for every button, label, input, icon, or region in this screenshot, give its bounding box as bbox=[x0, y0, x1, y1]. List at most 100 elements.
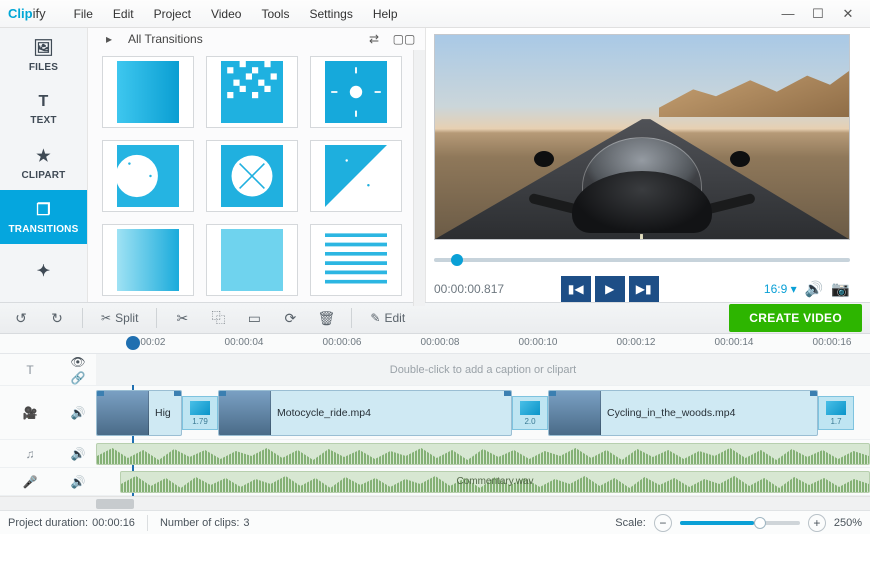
menu-file[interactable]: File bbox=[64, 3, 103, 25]
transition-thumb[interactable] bbox=[310, 224, 402, 296]
redo-button[interactable]: ↻ bbox=[44, 307, 70, 329]
window-minimize-icon[interactable]: — bbox=[774, 4, 802, 24]
track-header-music: ♫ bbox=[0, 440, 60, 467]
transition-thumb[interactable] bbox=[310, 56, 402, 128]
sidebar-item-effects[interactable]: ✦ bbox=[0, 244, 87, 298]
aspect-ratio-select[interactable]: 16:9 ▾ bbox=[764, 282, 797, 296]
brand-part1: Clip bbox=[8, 6, 33, 21]
transition-thumb[interactable] bbox=[206, 224, 298, 296]
menu-project[interactable]: Project bbox=[144, 3, 201, 25]
video-clip[interactable]: Cycling_in_the_woods.mp4 bbox=[548, 390, 818, 436]
window-maximize-icon[interactable]: ☐ bbox=[804, 4, 832, 24]
play-preview-icon[interactable]: ▸ bbox=[98, 28, 120, 50]
image-icon: 🖼 bbox=[33, 38, 54, 58]
timeline-scrollbar[interactable] bbox=[0, 496, 870, 510]
star-icon: ★ bbox=[36, 146, 51, 166]
transition-thumb[interactable] bbox=[102, 56, 194, 128]
zoom-slider[interactable] bbox=[680, 521, 800, 525]
transition-duration: 1.7 bbox=[830, 417, 841, 426]
menubar: Clipify File Edit Project Video Tools Se… bbox=[0, 0, 870, 28]
wand-icon: ✦ bbox=[37, 261, 51, 281]
seek-bar[interactable] bbox=[434, 258, 850, 262]
music-track[interactable] bbox=[96, 440, 870, 467]
visibility-toggle-icon[interactable]: 👁 bbox=[70, 355, 85, 369]
play-button[interactable]: ▶ bbox=[595, 276, 625, 302]
transition-duration: 2.0 bbox=[524, 417, 535, 426]
transition-thumb[interactable] bbox=[310, 140, 402, 212]
transitions-icon: ❐ bbox=[36, 200, 51, 220]
caption-track[interactable]: Double-click to add a caption or clipart bbox=[96, 354, 870, 385]
brand-part2: ify bbox=[33, 6, 46, 21]
frame-button[interactable]: ▭ bbox=[241, 307, 267, 329]
app-brand: Clipify bbox=[8, 6, 46, 21]
sidebar-item-text[interactable]: T TEXT bbox=[0, 82, 87, 136]
ruler-tick: 00:00:16 bbox=[813, 337, 852, 348]
zoom-in-button[interactable]: + bbox=[808, 514, 826, 532]
status-duration-label: Project duration: bbox=[8, 517, 88, 529]
mute-toggle-icon[interactable]: 🔊 bbox=[71, 475, 86, 489]
status-clips-value: 3 bbox=[243, 517, 249, 529]
transition-clip[interactable]: 1.79 bbox=[182, 396, 218, 430]
clip-label: Hig bbox=[149, 407, 177, 419]
prev-frame-button[interactable]: ▮◀ bbox=[561, 276, 591, 302]
menu-help[interactable]: Help bbox=[363, 3, 408, 25]
caption-hint: Double-click to add a caption or clipart bbox=[390, 364, 576, 376]
menu-list: File Edit Project Video Tools Settings H… bbox=[64, 3, 408, 25]
create-video-button[interactable]: CREATE VIDEO bbox=[729, 304, 862, 332]
ruler-tick: 00:00:10 bbox=[519, 337, 558, 348]
mute-toggle-icon[interactable]: 🔊 bbox=[71, 447, 86, 461]
menu-settings[interactable]: Settings bbox=[299, 3, 362, 25]
menu-tools[interactable]: Tools bbox=[251, 3, 299, 25]
preview-viewport[interactable] bbox=[434, 34, 850, 240]
ruler-tick: 00:00:04 bbox=[225, 337, 264, 348]
video-clip[interactable]: Hig bbox=[96, 390, 182, 436]
sidebar-item-files[interactable]: 🖼 FILES bbox=[0, 28, 87, 82]
ruler-tick: 00:00:14 bbox=[715, 337, 754, 348]
track-header-text: T bbox=[0, 354, 60, 385]
transition-clip[interactable]: 1.7 bbox=[818, 396, 854, 430]
undo-button[interactable]: ↺ bbox=[8, 307, 34, 329]
mute-toggle-icon[interactable]: 🔊 bbox=[71, 406, 86, 420]
transition-clip[interactable]: 2.0 bbox=[512, 396, 548, 430]
clip-label: Cycling_in_the_woods.mp4 bbox=[601, 407, 741, 419]
window-close-icon[interactable]: ✕ bbox=[834, 4, 862, 24]
ruler-tick: 00:00:12 bbox=[617, 337, 656, 348]
menu-edit[interactable]: Edit bbox=[103, 3, 144, 25]
transition-thumb[interactable] bbox=[206, 56, 298, 128]
edit-label: Edit bbox=[384, 311, 405, 325]
transition-thumb[interactable] bbox=[102, 224, 194, 296]
aspect-value: 16:9 bbox=[764, 282, 787, 296]
transition-thumb[interactable] bbox=[102, 140, 194, 212]
menu-video[interactable]: Video bbox=[201, 3, 251, 25]
zoom-out-button[interactable]: − bbox=[654, 514, 672, 532]
rotate-button[interactable]: ⟳ bbox=[277, 307, 303, 329]
panel-title: All Transitions bbox=[128, 32, 355, 46]
snapshot-icon[interactable]: 📷 bbox=[831, 280, 850, 298]
timecode: 00:00:00.817 bbox=[434, 282, 504, 296]
panel-scrollbar[interactable] bbox=[413, 50, 425, 306]
next-frame-button[interactable]: ▶▮ bbox=[629, 276, 659, 302]
delete-button[interactable]: 🗑 bbox=[313, 307, 339, 329]
status-scale-label: Scale: bbox=[615, 517, 646, 529]
voice-track[interactable]: Commentary.wav bbox=[96, 468, 870, 495]
volume-icon[interactable]: 🔊 bbox=[805, 280, 824, 298]
sidebar: 🖼 FILES T TEXT ★ CLIPART ❐ TRANSITIONS ✦ bbox=[0, 28, 88, 302]
split-button[interactable]: ✂ Split bbox=[95, 307, 144, 329]
thumbnails-view-icon[interactable]: ▢▢ bbox=[393, 28, 415, 50]
video-track[interactable]: Hig 1.79 Motocycle_ride.mp4 2.0 Cycling_… bbox=[96, 386, 870, 439]
sidebar-item-transitions[interactable]: ❐ TRANSITIONS bbox=[0, 190, 87, 244]
transition-thumb[interactable] bbox=[206, 140, 298, 212]
sidebar-item-clipart[interactable]: ★ CLIPART bbox=[0, 136, 87, 190]
timeline: 00:00:02 00:00:04 00:00:06 00:00:08 00:0… bbox=[0, 334, 870, 510]
shuffle-icon[interactable]: ⇄ bbox=[363, 28, 385, 50]
zoom-value: 250% bbox=[834, 517, 862, 529]
sidebar-label-clipart: CLIPART bbox=[22, 170, 66, 181]
edit-button[interactable]: ✎ Edit bbox=[364, 307, 411, 329]
link-toggle-icon[interactable]: 🔗 bbox=[71, 371, 86, 385]
status-bar: Project duration: 00:00:16 Number of cli… bbox=[0, 510, 870, 534]
transition-duration: 1.79 bbox=[192, 417, 208, 426]
crop-button[interactable]: ⿻ bbox=[205, 307, 231, 329]
transitions-grid bbox=[88, 50, 413, 306]
cut-button[interactable]: ✂ bbox=[169, 307, 195, 329]
video-clip[interactable]: Motocycle_ride.mp4 bbox=[218, 390, 512, 436]
